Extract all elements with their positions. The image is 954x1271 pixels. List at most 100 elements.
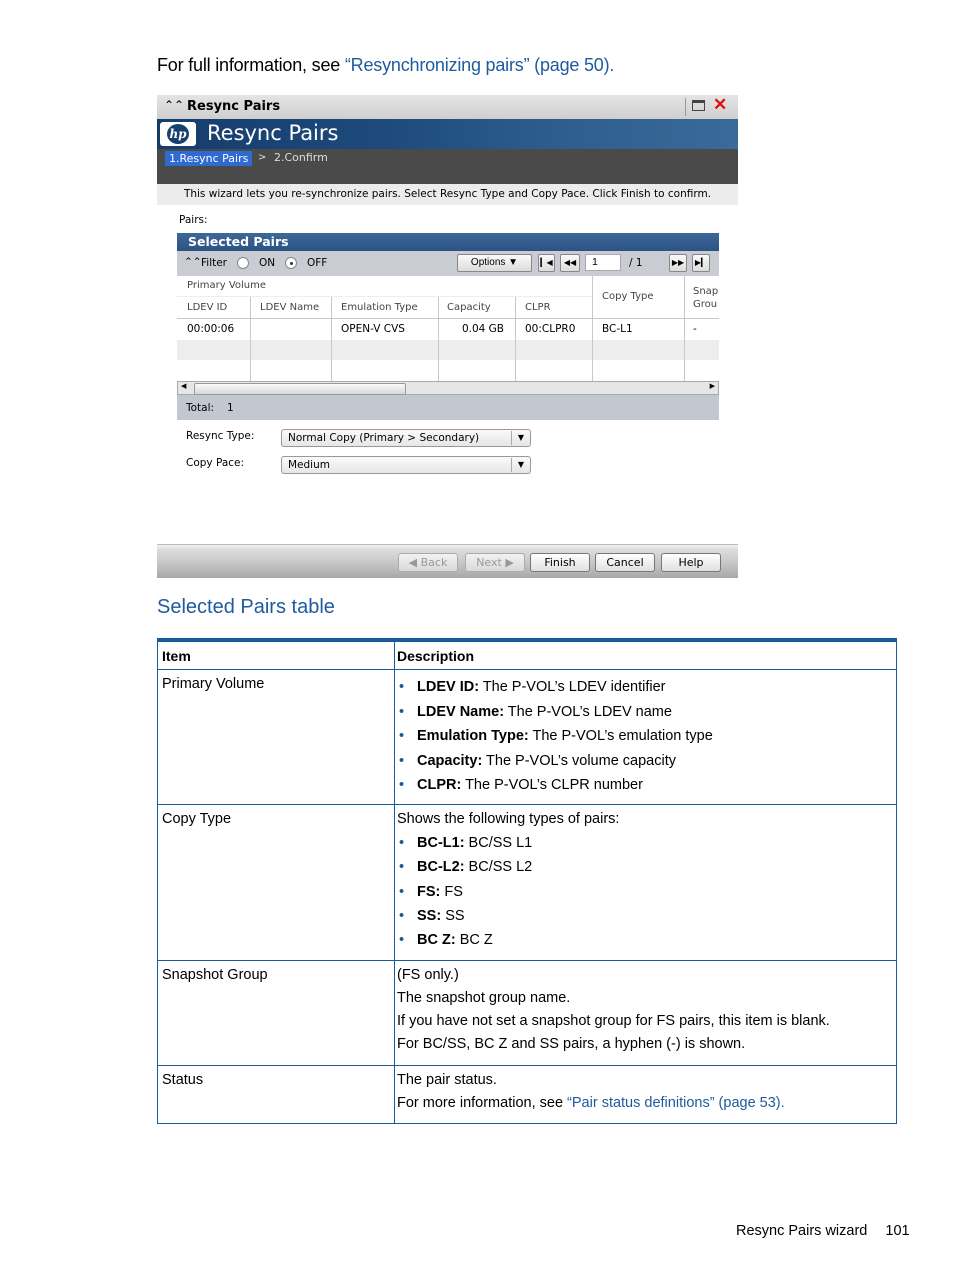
description-cell: (FS only.) The snapshot group name. If y… — [393, 961, 897, 1065]
filter-collapse-icon[interactable]: ⌃⌃ — [184, 256, 202, 268]
group-header-primary-volume: Primary Volume — [187, 280, 267, 291]
grid-total-bar: Total: 1 — [177, 395, 719, 420]
page-number-input[interactable]: 1 — [585, 254, 621, 271]
scroll-right-icon[interactable]: ▶ — [710, 382, 715, 390]
description-cell: The pair status. For more information, s… — [393, 1066, 897, 1123]
bullet-text: FS — [440, 884, 463, 900]
col-divider — [592, 319, 593, 381]
item-copy-type: Copy Type — [162, 811, 232, 827]
page-number: 101 — [885, 1223, 910, 1239]
col-divider — [684, 319, 685, 381]
cell-snapshot-group: - — [693, 323, 697, 335]
filter-on-radio[interactable] — [237, 257, 249, 269]
next-label: Next — [476, 556, 502, 569]
cell-emulation-type: OPEN-V CVS — [341, 323, 405, 335]
resync-type-label: Resync Type: — [186, 430, 255, 442]
doc-row-snapshot-group: Snapshot Group (FS only.) The snapshot g… — [157, 961, 897, 1066]
description-line: The snapshot group name. — [397, 990, 571, 1006]
page-total: / 1 — [629, 257, 643, 269]
back-button[interactable]: ◀ Back — [398, 553, 458, 572]
filter-label: Filter — [201, 257, 228, 269]
column-capacity[interactable]: Capacity — [447, 302, 491, 313]
section-title: Selected Pairs table — [157, 596, 335, 618]
bullet-term: Capacity: — [417, 753, 483, 769]
bullet-text: BC Z — [455, 932, 493, 948]
step-resync-pairs: 1.Resync Pairs — [165, 151, 253, 166]
more-info-suffix: . — [780, 1095, 785, 1111]
col-divider — [250, 319, 251, 381]
total-value: 1 — [227, 402, 234, 414]
group-divider — [177, 296, 592, 297]
item-snapshot-group: Snapshot Group — [162, 967, 268, 983]
column-clpr[interactable]: CLPR — [525, 302, 551, 313]
help-button[interactable]: Help — [661, 553, 721, 572]
header-cell-description: Description — [393, 642, 897, 669]
bullet-text: The P-VOL’s CLPR number — [461, 777, 643, 793]
scroll-left-icon[interactable]: ◀ — [181, 382, 186, 390]
horizontal-scrollbar[interactable]: ◀ ▶ — [177, 381, 719, 395]
item-cell: Copy Type — [157, 805, 395, 960]
col-divider — [684, 276, 685, 319]
more-info-prefix: For more information, see — [397, 1095, 568, 1111]
column-emulation-type[interactable]: Emulation Type — [341, 302, 418, 313]
table-row[interactable]: 00:00:06 OPEN-V CVS 0.04 GB 00:CLPR0 BC-… — [177, 319, 719, 340]
back-label: Back — [420, 556, 448, 569]
table-row-empty — [177, 360, 719, 381]
intro-suffix: . — [609, 55, 615, 75]
pair-status-definitions-link[interactable]: “Pair status definitions” (page 53) — [567, 1095, 781, 1111]
next-arrow-icon: ▶ — [505, 556, 514, 569]
wizard-banner: hp Resync Pairs — [157, 119, 738, 149]
resynchronizing-pairs-link[interactable]: “Resynchronizing pairs” (page 50) — [345, 55, 610, 75]
resync-type-select[interactable]: Normal Copy (Primary > Secondary) ▼ — [281, 429, 531, 447]
selected-pairs-doc-table: Item Description Primary Volume • LDEV ID… — [157, 638, 897, 1124]
next-button[interactable]: Next ▶ — [465, 553, 525, 572]
options-button[interactable]: Options ▼ — [457, 254, 532, 272]
column-ldev-name[interactable]: LDEV Name — [260, 302, 319, 313]
bullet-text: The P-VOL’s LDEV identifier — [479, 679, 666, 695]
copy-pace-select[interactable]: Medium ▼ — [281, 456, 531, 474]
bullet-text: The P-VOL’s volume capacity — [482, 753, 676, 769]
doc-row-primary-volume: Primary Volume • LDEV ID: The P-VOL’s LDE… — [157, 670, 897, 805]
dropdown-arrow-icon: ▼ — [511, 431, 530, 445]
doc-row-copy-type: Copy Type Shows the following types of p… — [157, 805, 897, 961]
step-confirm: 2.Confirm — [274, 151, 328, 164]
step-separator: > — [258, 152, 267, 163]
column-copy-type[interactable]: Copy Type — [602, 291, 654, 302]
options-label: Options — [470, 257, 506, 268]
wizard-button-bar: ◀ Back Next ▶ Finish Cancel Help — [157, 544, 738, 578]
description-line: Shows the following types of pairs: — [397, 811, 620, 827]
intro-prefix: For full information, see — [157, 55, 345, 75]
filter-off-radio[interactable] — [285, 257, 297, 269]
back-arrow-icon: ◀ — [408, 556, 418, 569]
bullet-term: LDEV Name: — [417, 704, 505, 720]
bullet-term: Emulation Type: — [417, 728, 529, 744]
dropdown-arrow-icon: ▼ — [511, 458, 530, 472]
collapse-icon[interactable]: ⌃⌃ — [164, 98, 184, 112]
col-divider — [592, 276, 593, 319]
scrollbar-thumb[interactable] — [194, 383, 406, 395]
more-info-line: For more information, see “Pair status d… — [397, 1095, 785, 1111]
cancel-button[interactable]: Cancel — [595, 553, 655, 572]
bullet-text: BC/SS L1 — [464, 835, 533, 851]
close-icon[interactable]: ✕ — [713, 95, 727, 115]
header-description: Description — [397, 648, 475, 664]
wizard-description: This wizard lets you re-synchronize pair… — [157, 184, 738, 205]
description-line: If you have not set a snapshot group for… — [397, 1013, 830, 1029]
maximize-icon[interactable] — [692, 100, 705, 111]
previous-page-button[interactable]: ◀◀ — [560, 254, 580, 272]
hp-logo-mark: hp — [167, 124, 189, 144]
col-divider — [515, 319, 516, 381]
column-ldev-id[interactable]: LDEV ID — [187, 302, 227, 313]
first-page-button[interactable]: ▎◀ — [538, 254, 555, 272]
bullet-term: SS: — [417, 908, 442, 924]
column-snapshot-group[interactable]: Snap Grou — [693, 285, 719, 311]
finish-button[interactable]: Finish — [530, 553, 590, 572]
header-cell-item: Item — [157, 642, 395, 669]
col-divider — [331, 297, 332, 319]
col-divider — [515, 297, 516, 319]
item-status: Status — [162, 1072, 204, 1088]
wizard-steps: 1.Resync Pairs > 2.Confirm — [157, 149, 738, 184]
next-page-button[interactable]: ▶▶ — [669, 254, 687, 272]
item-cell: Status — [157, 1066, 395, 1123]
last-page-button[interactable]: ▶▎ — [692, 254, 710, 272]
